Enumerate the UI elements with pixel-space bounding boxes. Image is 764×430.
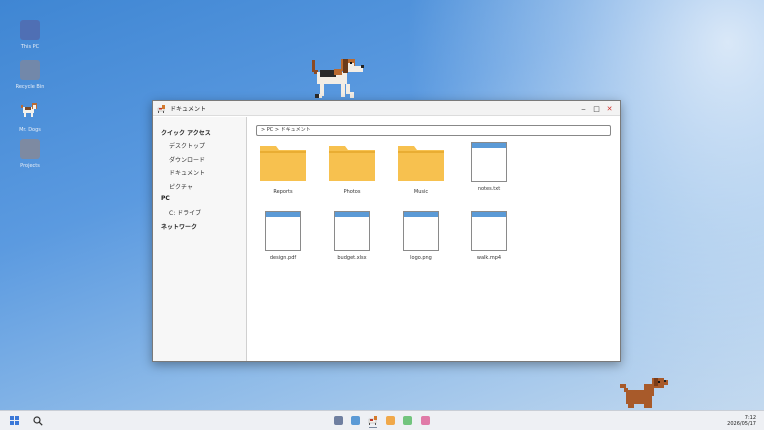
file-label: budget.xlsx <box>337 255 367 261</box>
folder-icon <box>260 146 306 181</box>
nav-item-downloads[interactable]: ダウンロード <box>153 152 246 166</box>
document-icon <box>265 211 301 251</box>
file-area: > PC > ドキュメント Reports Photos Music notes… <box>248 117 620 361</box>
file-item-logo[interactable]: logo.png <box>393 211 449 261</box>
taskbar-clock[interactable]: 7:12 2026/05/17 <box>727 415 756 427</box>
navigation-pane: クイック アクセス デスクトップ ダウンロード ドキュメント ピクチャ PC C… <box>153 117 247 361</box>
maximize-button[interactable]: □ <box>590 102 603 115</box>
document-icon <box>471 211 507 251</box>
desktop-icon-label: Recycle Bin <box>15 84 45 90</box>
desktop-icon-mr-dogs[interactable]: Mr. Dogs <box>14 99 46 133</box>
file-label: design.pdf <box>269 255 297 261</box>
active-app-indicator <box>369 427 377 428</box>
taskbar-app-1-icon[interactable] <box>334 416 343 425</box>
nav-item-documents[interactable]: ドキュメント <box>153 165 246 179</box>
desktop-icon-recycle-bin[interactable]: Recycle Bin <box>14 60 46 90</box>
desktop-icon-label: Mr. Dogs <box>19 127 41 133</box>
folder-item-reports[interactable]: Reports <box>255 142 311 195</box>
file-label: Music <box>413 189 429 195</box>
nav-quick-access[interactable]: クイック アクセス <box>153 125 246 138</box>
desktop-icon-this-pc[interactable]: This PC <box>14 20 46 50</box>
taskbar-app-2-icon[interactable] <box>351 416 360 425</box>
folder-icon <box>329 146 375 181</box>
close-button[interactable]: ✕ <box>603 102 616 115</box>
taskbar: 7:12 2026/05/17 <box>0 410 764 430</box>
file-label: walk.mp4 <box>476 255 502 261</box>
taskbar-app-4-icon[interactable] <box>386 416 395 425</box>
minimize-button[interactable]: ‒ <box>577 102 590 115</box>
nav-item-desktop[interactable]: デスクトップ <box>153 138 246 152</box>
sitting-dog-sprite[interactable] <box>618 374 670 410</box>
file-label: logo.png <box>410 255 432 261</box>
file-explorer-window[interactable]: ドキュメント ‒ □ ✕ クイック アクセス デスクトップ ダウンロード ドキュ… <box>152 100 621 362</box>
file-item-design[interactable]: design.pdf <box>255 211 311 261</box>
document-icon <box>403 211 439 251</box>
file-label: notes.txt <box>477 186 501 192</box>
folder-item-music[interactable]: Music <box>393 142 449 195</box>
clock-date: 2026/05/17 <box>727 421 756 427</box>
taskbar-app-6-icon[interactable] <box>421 416 430 425</box>
desktop-icon-label: This PC <box>20 44 40 50</box>
taskbar-dog-app-icon[interactable] <box>368 415 378 425</box>
recycle-bin-icon <box>20 60 40 80</box>
nav-item-c-drive[interactable]: C: ドライブ <box>153 205 246 219</box>
window-title: ドキュメント <box>170 105 207 113</box>
search-icon[interactable] <box>33 416 43 426</box>
title-bar[interactable]: ドキュメント ‒ □ ✕ <box>153 101 620 116</box>
start-menu-icon[interactable] <box>10 416 19 425</box>
nav-item-pictures[interactable]: ピクチャ <box>153 179 246 193</box>
taskbar-app-5-icon[interactable] <box>403 416 412 425</box>
dog-app-icon <box>21 103 37 117</box>
folder-item-photos[interactable]: Photos <box>324 142 380 195</box>
file-item-walk[interactable]: walk.mp4 <box>461 211 517 261</box>
walking-dog-sprite[interactable] <box>308 54 366 100</box>
this-pc-icon <box>20 20 40 40</box>
projects-icon <box>20 139 40 159</box>
desktop-icon-label: Projects <box>20 163 40 169</box>
document-icon <box>334 211 370 251</box>
file-item-budget[interactable]: budget.xlsx <box>324 211 380 261</box>
nav-network[interactable]: ネットワーク <box>153 219 246 232</box>
file-item-notes[interactable]: notes.txt <box>461 142 517 192</box>
file-label: Photos <box>343 189 361 195</box>
file-label: Reports <box>273 189 293 195</box>
desktop-icon-projects[interactable]: Projects <box>14 139 46 169</box>
nav-pc[interactable]: PC <box>153 192 246 205</box>
address-bar[interactable]: > PC > ドキュメント <box>256 125 611 136</box>
document-icon <box>471 142 507 182</box>
dog-app-icon <box>157 104 165 113</box>
folder-icon <box>398 146 444 181</box>
